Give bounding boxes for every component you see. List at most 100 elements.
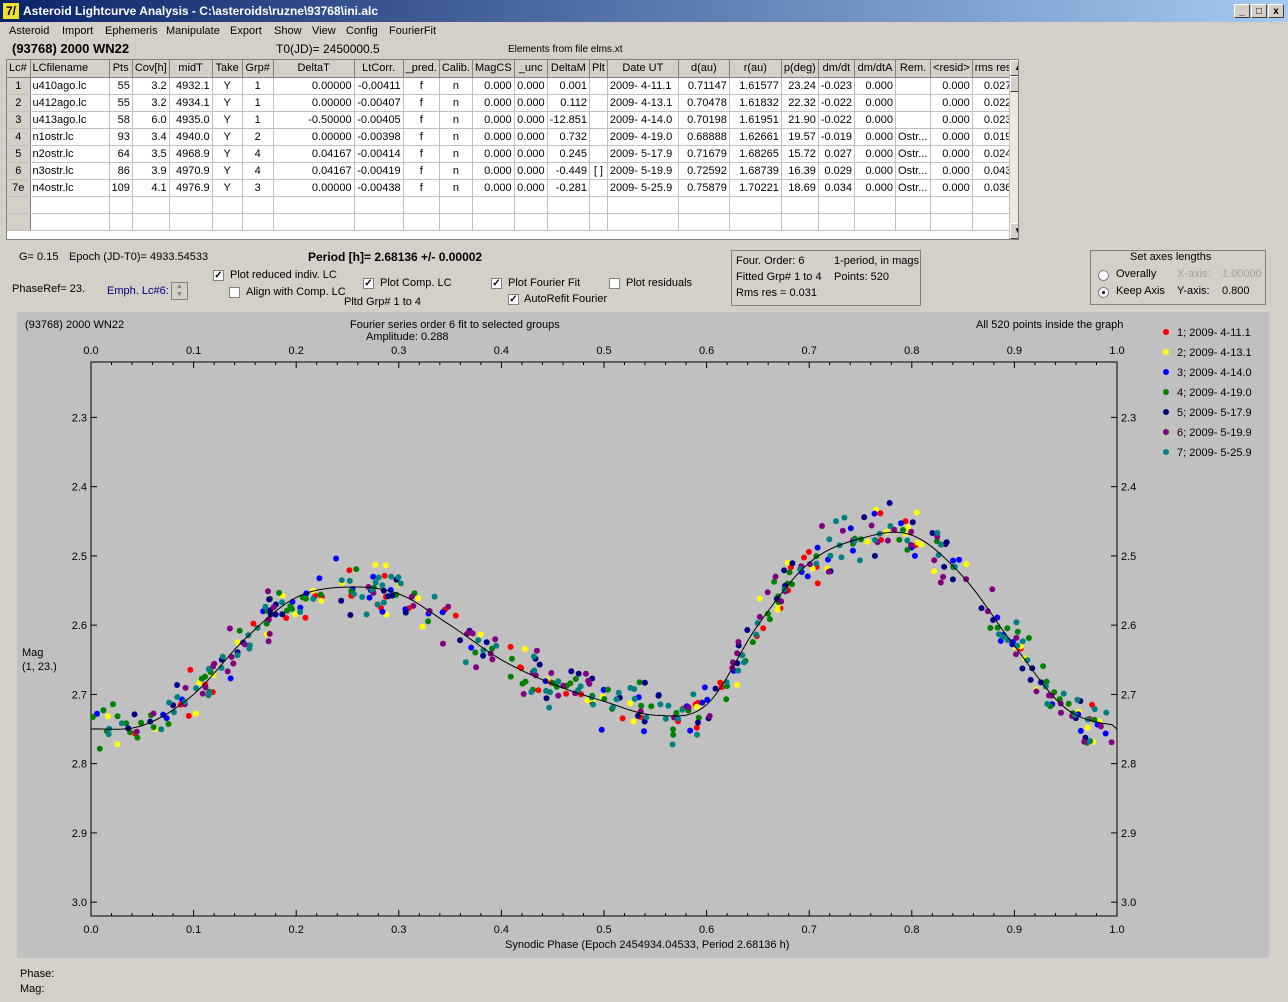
empty-cell[interactable] (132, 196, 170, 214)
menu-view[interactable]: View (312, 25, 336, 37)
table-cell[interactable]: 3 (242, 179, 274, 197)
table-cell[interactable]: n (439, 162, 473, 180)
empty-cell[interactable] (354, 196, 404, 214)
table-cell[interactable]: 58 (109, 111, 133, 129)
table-cell[interactable]: 0.036 (972, 179, 1015, 197)
table-cell[interactable]: 0.000 (472, 162, 515, 180)
table-cell[interactable]: 21.90 (781, 111, 819, 129)
table-cell[interactable] (589, 94, 608, 112)
column-header[interactable]: _unc (514, 60, 548, 78)
table-cell[interactable] (589, 145, 608, 163)
empty-cell[interactable] (930, 213, 973, 231)
table-cell[interactable]: Y (212, 77, 243, 95)
table-cell[interactable]: 3.4 (132, 128, 170, 146)
minimize-button[interactable]: _ (1234, 4, 1250, 18)
table-cell[interactable]: -0.023 (818, 77, 856, 95)
table-cell[interactable]: n (439, 179, 473, 197)
empty-cell[interactable] (169, 213, 213, 231)
table-cell[interactable]: 0.029 (818, 162, 856, 180)
table-cell[interactable]: u413ago.lc (30, 111, 110, 129)
empty-cell[interactable] (781, 213, 819, 231)
table-cell[interactable]: 0.001 (547, 77, 590, 95)
yaxis-value[interactable]: 0.800 (1222, 285, 1250, 297)
table-cell[interactable]: 0.034 (818, 179, 856, 197)
table-cell[interactable]: 2009- 5-19.9 (607, 162, 679, 180)
column-header[interactable]: LCfilename (30, 60, 110, 78)
table-cell[interactable]: 0.72592 (678, 162, 730, 180)
table-cell[interactable]: Y (212, 145, 243, 163)
table-cell[interactable]: 86 (109, 162, 133, 180)
table-cell[interactable]: 0.027 (972, 77, 1015, 95)
table-cell[interactable]: Y (212, 128, 243, 146)
table-cell[interactable]: 4932.1 (169, 77, 213, 95)
table-cell[interactable]: 0.000 (514, 128, 548, 146)
empty-cell[interactable] (514, 196, 548, 214)
table-cell[interactable]: 1.61832 (729, 94, 782, 112)
empty-cell[interactable] (212, 196, 243, 214)
table-cell[interactable]: 0.68888 (678, 128, 730, 146)
table-cell[interactable]: n (439, 111, 473, 129)
table-cell[interactable]: 0.000 (930, 145, 973, 163)
table-cell[interactable]: [ ] (589, 162, 608, 180)
row-header[interactable]: 7e (7, 179, 31, 197)
table-cell[interactable]: 0.71147 (678, 77, 730, 95)
row-header[interactable]: 1 (7, 77, 31, 95)
xaxis-value[interactable]: 1.00000 (1222, 268, 1262, 280)
plot-reduced-checkbox[interactable]: ✓ (213, 270, 224, 281)
column-header[interactable]: d(au) (678, 60, 730, 78)
table-cell[interactable]: f (403, 94, 440, 112)
table-cell[interactable]: f (403, 128, 440, 146)
table-row[interactable]: 4 n1ostr.lc 93 3.4 4940.0 Y 2 0.00000 -0.00398 f n… (7, 128, 1015, 146)
empty-cell[interactable] (273, 196, 355, 214)
table-cell[interactable]: 0.000 (472, 77, 515, 95)
table-cell[interactable]: 0.043 (972, 162, 1015, 180)
table-cell[interactable] (589, 179, 608, 197)
empty-cell[interactable] (472, 196, 515, 214)
column-header[interactable]: DeltaT (273, 60, 355, 78)
column-header[interactable]: Plt (589, 60, 608, 78)
table-cell[interactable]: 4934.1 (169, 94, 213, 112)
table-cell[interactable]: -0.00407 (354, 94, 404, 112)
column-header[interactable]: Rem. (895, 60, 932, 78)
table-cell[interactable]: 0.00000 (273, 179, 355, 197)
table-cell[interactable]: n3ostr.lc (30, 162, 110, 180)
empty-cell[interactable] (109, 213, 133, 231)
table-cell[interactable]: 0.000 (514, 179, 548, 197)
table-cell[interactable]: 23.24 (781, 77, 819, 95)
table-cell[interactable]: 0.027 (818, 145, 856, 163)
overally-radio[interactable] (1098, 270, 1109, 281)
empty-cell[interactable] (7, 196, 31, 214)
table-cell[interactable]: 0.000 (472, 145, 515, 163)
table-cell[interactable]: 0.000 (854, 111, 897, 129)
table-cell[interactable]: 0.112 (547, 94, 590, 112)
scroll-down-icon[interactable]: ▼ (1010, 223, 1018, 239)
table-cell[interactable]: 1.62661 (729, 128, 782, 146)
table-cell[interactable]: 0.000 (854, 179, 897, 197)
emph-spinner[interactable]: ▲ ▼ (171, 282, 188, 300)
table-cell[interactable]: 0.000 (514, 77, 548, 95)
row-header[interactable]: 5 (7, 145, 31, 163)
menu-asteroid[interactable]: Asteroid (9, 25, 49, 37)
table-cell[interactable]: n1ostr.lc (30, 128, 110, 146)
empty-cell[interactable] (818, 213, 856, 231)
table-cell[interactable]: -0.00438 (354, 179, 404, 197)
table-cell[interactable]: 4.1 (132, 179, 170, 197)
table-cell[interactable]: 2009- 5-17.9 (607, 145, 679, 163)
table-cell[interactable]: 1.68265 (729, 145, 782, 163)
empty-cell[interactable] (403, 213, 440, 231)
row-header[interactable]: 2 (7, 94, 31, 112)
empty-cell[interactable] (439, 213, 473, 231)
keep-axis-radio[interactable] (1098, 287, 1109, 298)
column-header[interactable]: Grp# (242, 60, 274, 78)
table-cell[interactable]: 1 (242, 94, 274, 112)
scroll-thumb[interactable] (1010, 76, 1018, 92)
table-cell[interactable]: Y (212, 111, 243, 129)
table-cell[interactable]: -0.00398 (354, 128, 404, 146)
empty-cell[interactable] (972, 213, 1015, 231)
table-cell[interactable]: 0.000 (514, 94, 548, 112)
table-cell[interactable]: f (403, 145, 440, 163)
empty-cell[interactable] (607, 196, 679, 214)
empty-cell[interactable] (678, 213, 730, 231)
table-cell[interactable]: 4976.9 (169, 179, 213, 197)
table-cell[interactable]: 0.71679 (678, 145, 730, 163)
